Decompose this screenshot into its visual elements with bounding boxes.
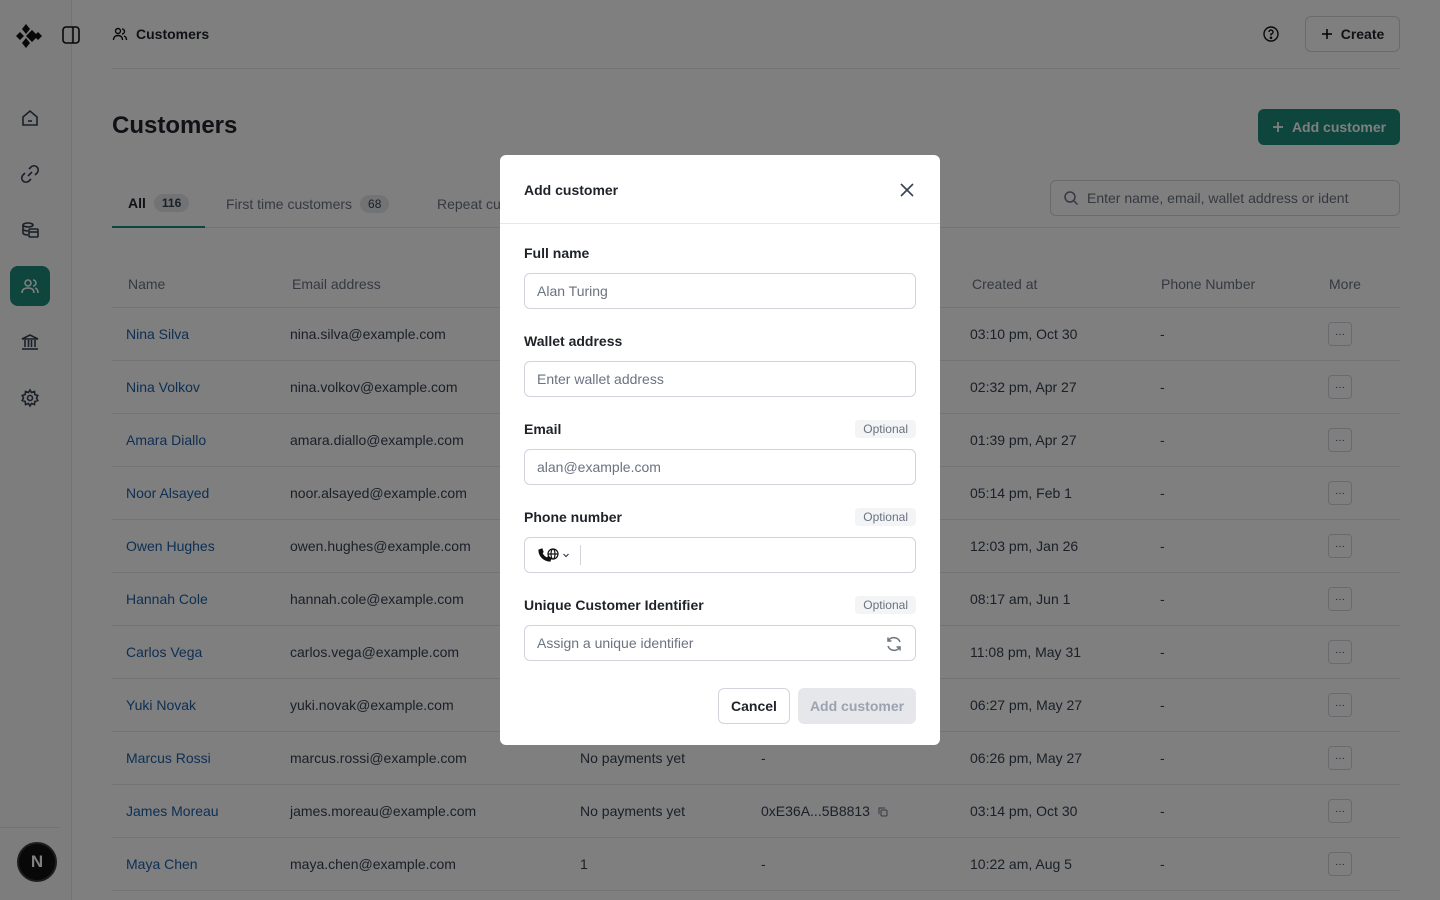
dialog-header: Add customer [500,155,940,224]
phone-label: Phone number [524,509,623,525]
email-label: Email [524,421,562,437]
full-name-input[interactable] [537,283,903,299]
add-customer-dialog: Add customer Full name Wallet address Em… [500,155,940,745]
phone-input[interactable] [591,547,903,563]
email-input[interactable] [537,459,903,475]
app-shell: N Customers Create Customers Add custome… [0,0,1440,900]
chevron-down-icon [563,553,569,558]
field-label: Full name [524,243,916,263]
full-name-input-wrap [524,273,916,309]
country-code-select[interactable] [537,545,581,565]
refresh-icon[interactable] [885,635,903,653]
identifier-field: Unique Customer Identifier Optional [524,595,916,661]
field-label: Wallet address [524,331,916,351]
phone-globe-icon [538,548,559,562]
full-name-label: Full name [524,245,590,261]
submit-add-customer-button[interactable]: Add customer [798,688,916,724]
close-icon[interactable] [900,183,914,197]
wallet-field: Wallet address [524,331,916,397]
optional-badge: Optional [855,508,916,526]
wallet-label: Wallet address [524,333,623,349]
cancel-button[interactable]: Cancel [718,688,790,724]
field-label: Email Optional [524,419,916,439]
dialog-title: Add customer [524,182,619,198]
full-name-field: Full name [524,243,916,309]
phone-input-wrap [524,537,916,573]
optional-badge: Optional [855,596,916,614]
wallet-input[interactable] [537,371,903,387]
email-input-wrap [524,449,916,485]
field-label: Unique Customer Identifier Optional [524,595,916,615]
phone-field: Phone number Optional [524,507,916,573]
dialog-actions: Cancel Add customer [718,688,916,724]
identifier-input-wrap [524,625,916,661]
identifier-input[interactable] [537,635,903,651]
field-label: Phone number Optional [524,507,916,527]
optional-badge: Optional [855,420,916,438]
wallet-input-wrap [524,361,916,397]
identifier-label: Unique Customer Identifier [524,597,704,613]
email-field: Email Optional [524,419,916,485]
